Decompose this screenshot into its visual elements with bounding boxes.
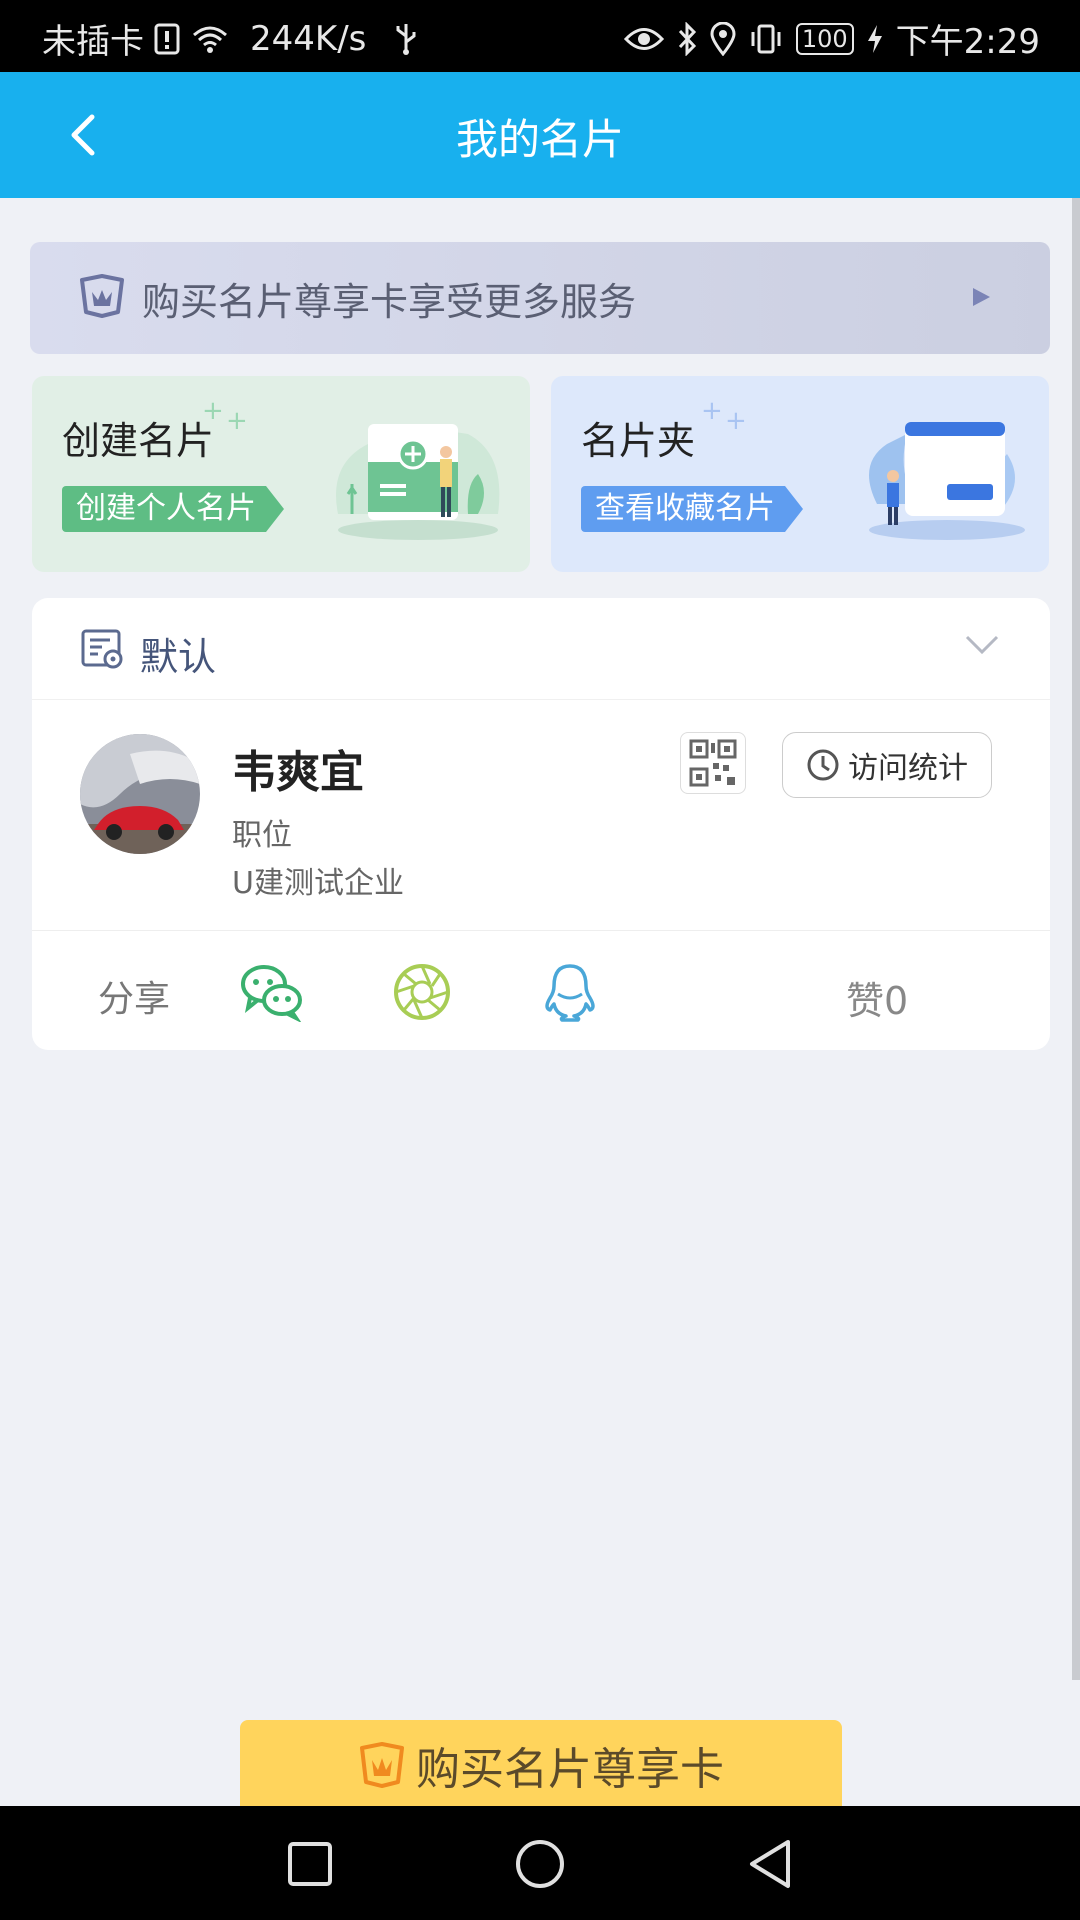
contact-name: 韦爽宜 <box>232 747 364 798</box>
likes-count[interactable]: 赞0 <box>846 970 908 1025</box>
plus-decoration-icon: + <box>202 396 224 426</box>
create-card-tag: 创建个人名片 <box>62 486 284 532</box>
plus-decoration-icon: + <box>701 396 723 426</box>
wifi-icon <box>190 23 230 55</box>
page-title: 我的名片 <box>455 115 624 164</box>
visit-stats-button[interactable]: 访问统计 <box>782 732 992 798</box>
card-icon <box>80 628 126 674</box>
play-arrow-icon <box>970 286 992 312</box>
card-folder-tile[interactable]: 名片夹 + + 查看收藏名片 <box>551 376 1049 572</box>
plus-decoration-icon: + <box>226 406 248 436</box>
qr-code-icon <box>689 739 737 787</box>
bluetooth-icon <box>676 21 698 56</box>
plus-decoration-icon: + <box>725 406 747 436</box>
qq-icon[interactable] <box>542 962 598 1026</box>
charging-icon <box>866 24 884 54</box>
vibrate-icon <box>748 23 784 55</box>
buy-premium-button[interactable]: 购买名片尊享卡 <box>240 1720 842 1810</box>
buy-premium-label: 购买名片尊享卡 <box>416 1744 724 1795</box>
premium-banner[interactable]: 购买名片尊享卡享受更多服务 <box>30 242 1050 354</box>
back-nav-button[interactable] <box>740 1834 800 1894</box>
triangle-back-icon <box>750 1840 790 1888</box>
avatar[interactable] <box>80 734 200 854</box>
recent-apps-button[interactable] <box>280 1834 340 1894</box>
location-icon <box>710 21 736 56</box>
divider <box>32 930 1050 931</box>
battery-icon: 100 <box>795 22 854 55</box>
contact-position: 职位 <box>232 818 292 853</box>
system-nav-bar <box>0 1806 1080 1920</box>
create-card-title: 创建名片 <box>62 419 215 463</box>
square-icon <box>288 1842 332 1886</box>
scrollbar[interactable] <box>1072 198 1080 1680</box>
group-label: 默认 <box>140 635 217 679</box>
card-folder-illustration <box>869 422 1025 540</box>
moments-icon[interactable] <box>392 962 452 1026</box>
sim-alert-icon <box>154 23 180 55</box>
visit-stats-label: 访问统计 <box>848 751 968 786</box>
network-speed: 244K/s <box>250 18 367 59</box>
contact-company: U建测试企业 <box>232 866 404 901</box>
clock-time: 下午2:29 <box>895 22 1040 62</box>
usb-icon <box>394 22 418 56</box>
create-card-illustration <box>336 424 500 540</box>
crown-icon <box>78 274 126 322</box>
circle-icon <box>516 1840 564 1888</box>
chevron-down-icon[interactable] <box>964 634 1000 660</box>
qr-code-button[interactable] <box>680 732 746 794</box>
crown-icon <box>360 1742 404 1788</box>
card-folder-title: 名片夹 <box>581 419 696 463</box>
card-folder-tag: 查看收藏名片 <box>581 486 803 532</box>
clock-icon <box>807 749 839 781</box>
wechat-icon[interactable] <box>240 962 304 1026</box>
status-bar: 未插卡 244K/s 100 下午2:29 <box>0 0 1080 72</box>
create-card-tile[interactable]: 创建名片 + + 创建个人名片 <box>32 376 530 572</box>
carrier-text: 未插卡 <box>42 22 144 62</box>
app-header: 我的名片 <box>0 72 1080 198</box>
card-group-header[interactable]: 默认 <box>32 598 1050 700</box>
business-card: 默认 韦爽宜 职位 U建测试企业 访问统计 分享 赞0 <box>32 598 1050 1050</box>
home-button[interactable] <box>510 1834 570 1894</box>
banner-text: 购买名片尊享卡享受更多服务 <box>142 279 637 324</box>
share-label: 分享 <box>98 979 171 1020</box>
eye-icon <box>623 24 664 54</box>
